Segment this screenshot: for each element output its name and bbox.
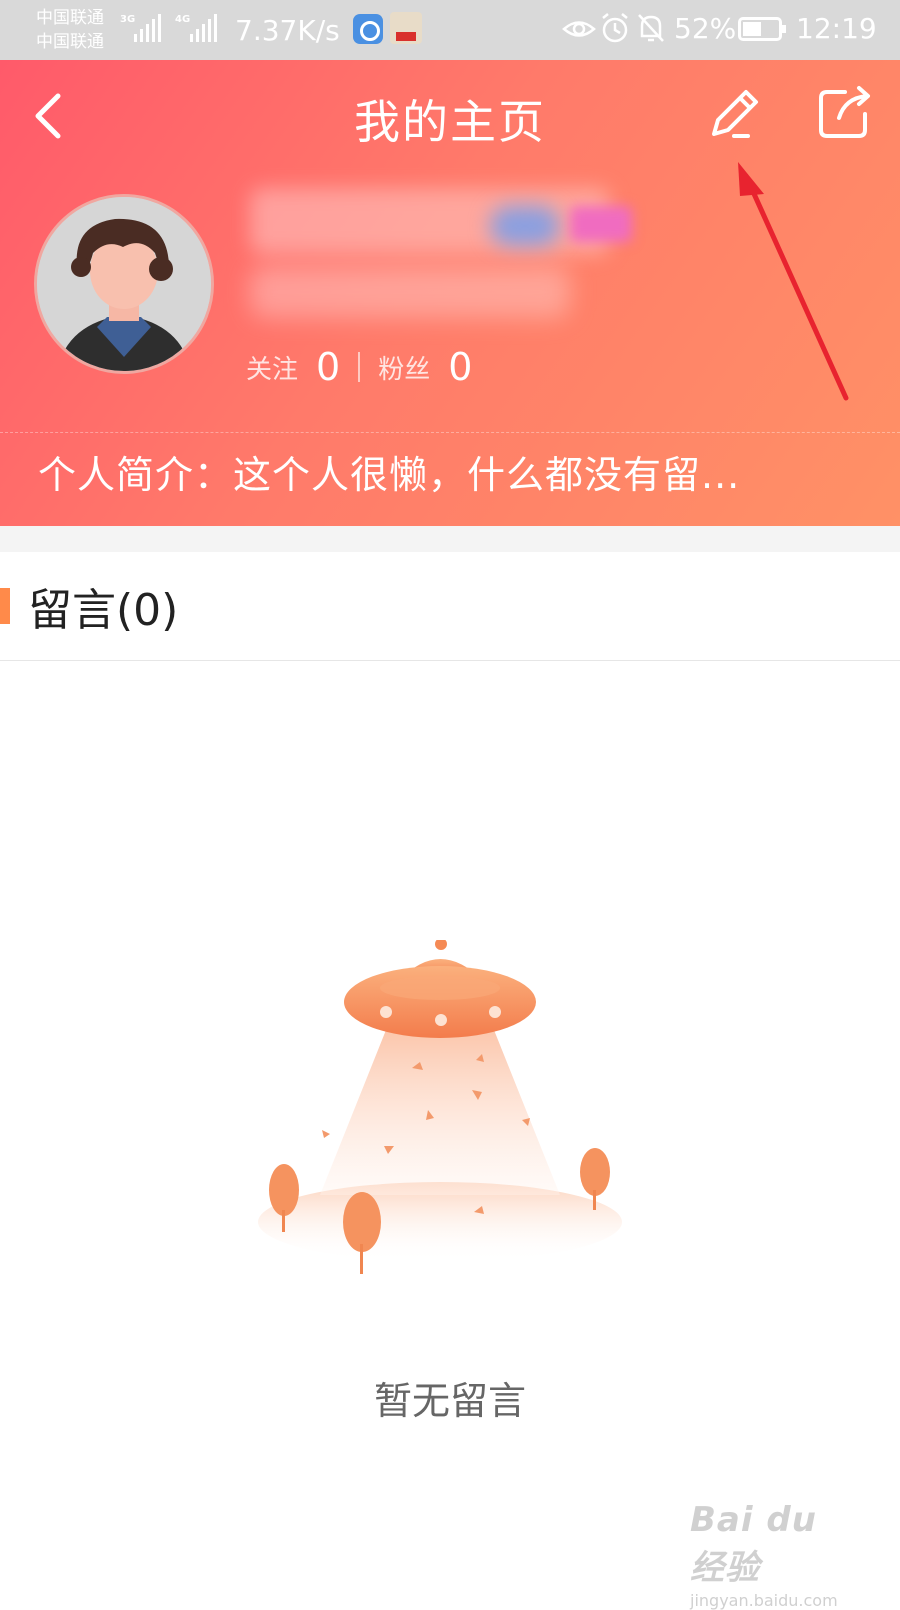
page-title: 我的主页 [354,95,546,149]
section-accent-bar [0,588,10,624]
share-button[interactable] [815,84,875,144]
watermark-url: jingyan.baidu.com [690,1591,838,1610]
following-count[interactable]: 0 [316,345,340,389]
baidu-watermark: Bai du 经验 jingyan.baidu.com [690,1500,860,1610]
battery-percent: 52% [674,12,737,45]
watermark-logo: Bai du 经验 [690,1500,817,1588]
signal-icon-1 [134,14,164,42]
profile-bio[interactable]: 个人简介：这个人很懒，什么都没有留... [38,444,740,499]
followers-count[interactable]: 0 [448,345,472,389]
user-info-redacted [250,266,570,318]
alarm-icon [602,13,628,43]
vip-badge [570,206,632,242]
eye-icon [562,21,596,37]
following-label[interactable]: 关注 [246,349,298,386]
browser-app-icon [353,14,383,44]
empty-state-text: 暂无留言 [373,1379,526,1423]
network-type-1: 3G [120,14,136,25]
stats-divider [358,352,361,382]
share-icon [819,86,870,138]
carrier-labels: 中国联通 中国联通 [36,6,104,54]
network-speed: 7.37K/s [235,14,340,47]
battery-icon [738,17,786,41]
followers-label[interactable]: 粉丝 [378,349,430,386]
carrier-2: 中国联通 [36,32,104,52]
follow-stats: 关注 0 粉丝 0 [246,342,472,392]
comments-title: 留言(0) [28,585,179,636]
ufo-illustration [258,940,622,1274]
carrier-1: 中国联通 [36,8,104,28]
network-type-2: 4G [175,14,191,25]
section-gap [0,526,900,552]
mute-icon [638,14,664,42]
level-badge-redacted [490,206,560,246]
avatar[interactable] [34,194,214,374]
status-bar: 中国联通 中国联通 3G 4G 7.37K/s 52% 12:19 [0,0,900,60]
signal-icon-2 [190,14,220,42]
comments-section-header: 留言(0) [0,552,900,661]
clock: 12:19 [796,12,877,45]
edit-profile-button[interactable] [704,84,764,144]
header-divider [0,432,900,433]
pencil-icon [712,90,758,138]
news-app-icon [390,12,422,44]
annotation-arrow [738,162,849,401]
avatar-image [37,197,211,371]
